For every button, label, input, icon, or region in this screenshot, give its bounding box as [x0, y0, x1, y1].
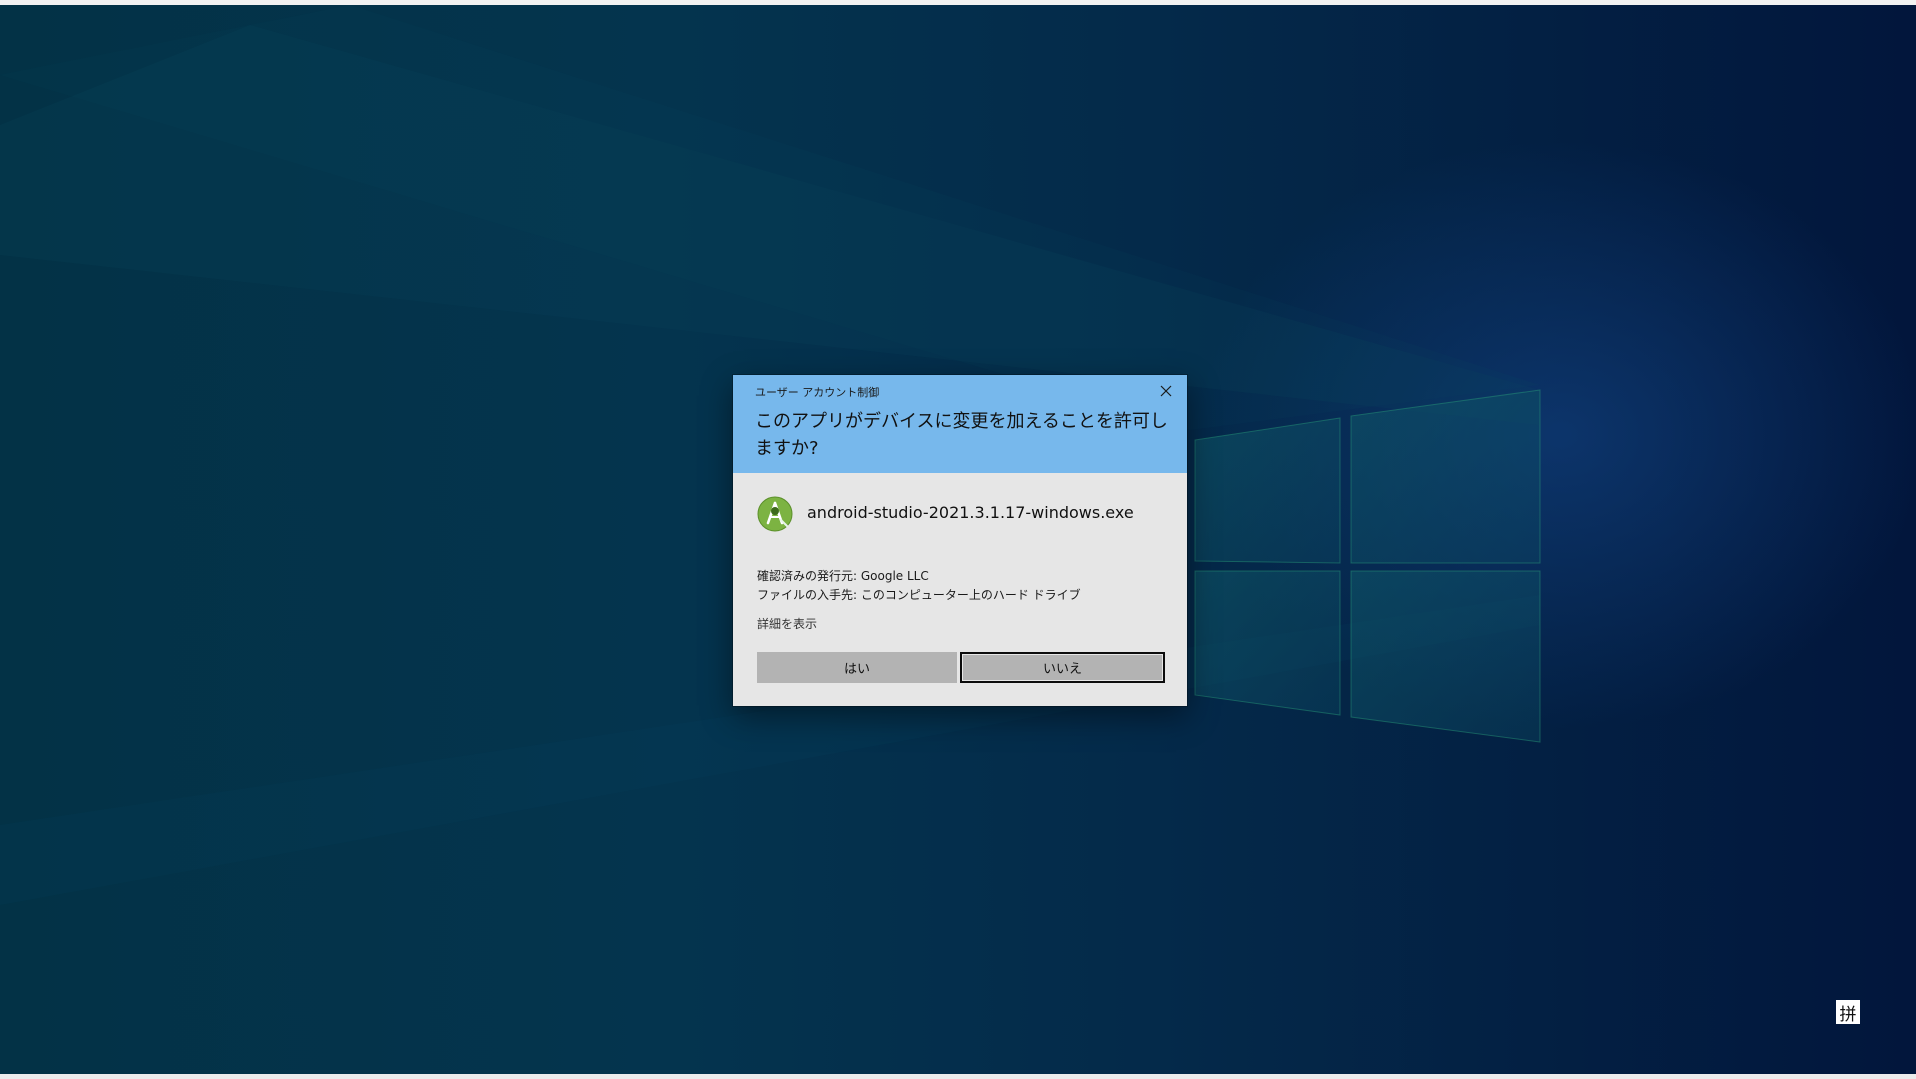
uac-header: ユーザー アカウント制御 このアプリがデバイスに変更を加えることを許可しますか? [733, 375, 1187, 473]
no-button[interactable]: いいえ [960, 652, 1165, 683]
close-icon[interactable] [1153, 380, 1179, 402]
publisher-line: 確認済みの発行元: Google LLC [757, 569, 929, 583]
uac-question: このアプリがデバイスに変更を加えることを許可しますか? [755, 411, 1168, 459]
android-studio-icon [757, 496, 793, 532]
uac-window-title: ユーザー アカウント制御 [755, 386, 880, 399]
origin-line: ファイルの入手先: このコンピューター上のハード ドライブ [757, 588, 1081, 602]
bottom-edge [0, 1074, 1916, 1079]
uac-dialog: ユーザー アカウント制御 このアプリがデバイスに変更を加えることを許可しますか?… [733, 375, 1187, 706]
yes-button[interactable]: はい [757, 652, 957, 683]
ime-indicator[interactable]: 拼 [1836, 1000, 1860, 1025]
show-details-link[interactable]: 詳細を表示 [757, 615, 817, 632]
app-file-name: android-studio-2021.3.1.17-windows.exe [807, 503, 1134, 522]
